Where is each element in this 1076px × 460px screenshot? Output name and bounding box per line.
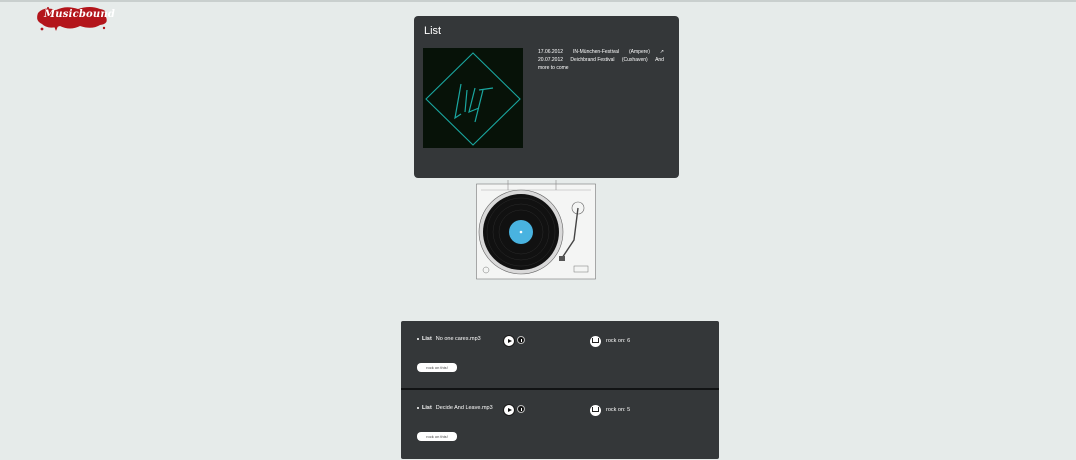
bullet-icon: [417, 338, 419, 340]
play-button[interactable]: [503, 335, 515, 347]
event-name[interactable]: IN-München-Festival: [573, 48, 619, 56]
band-cover-image[interactable]: [423, 48, 523, 148]
event-more-text: more to come: [538, 65, 569, 71]
info-icon[interactable]: [517, 336, 525, 344]
song-artist[interactable]: List: [422, 405, 432, 411]
site-logo[interactable]: Musicbound: [34, 4, 115, 32]
rock-on-icon: [590, 405, 601, 416]
song-title: No one cares.mp3: [435, 336, 481, 342]
top-border: [0, 0, 1076, 2]
rock-on-button[interactable]: rock on this!: [417, 432, 457, 441]
rock-on-count: rock on: 6: [606, 338, 631, 344]
event-date: 20.07.2012: [538, 57, 564, 63]
bullet-icon: [417, 407, 419, 409]
event-list: 17.06.2012 IN-München-Festival (Ampere) …: [538, 48, 664, 72]
band-card: List 17.06.2012 IN-München-Festival (Amp…: [414, 16, 679, 178]
info-icon[interactable]: [517, 405, 525, 413]
event-row: 20.07.2012 Deichbrand Festival (Cuxhaven…: [538, 56, 664, 64]
event-note: (Ampere): [629, 49, 650, 55]
logo-text: Musicbound: [44, 9, 116, 20]
band-title: List: [424, 25, 442, 37]
rock-on-count: rock on: 5: [606, 407, 631, 413]
rock-on-icon: [590, 336, 601, 347]
song-row: List Decide And Leave.mp3 rock on: 5 roc…: [401, 390, 719, 457]
event-row: 17.06.2012 IN-München-Festival (Ampere) …: [538, 48, 664, 56]
song-title-line: List No one cares.mp3: [417, 336, 481, 342]
song-artist[interactable]: List: [422, 336, 432, 342]
play-button[interactable]: [503, 404, 515, 416]
song-row: List No one cares.mp3 rock on: 6 rock on…: [401, 321, 719, 388]
event-note: (Cuxhaven): [621, 57, 648, 63]
event-more-inline: And: [655, 57, 664, 63]
song-title-line: List Decide And Leave.mp3: [417, 405, 493, 411]
list-band-logo-icon: [423, 48, 523, 148]
song-list-panel: List No one cares.mp3 rock on: 6 rock on…: [401, 321, 719, 459]
event-date: 17.06.2012: [538, 49, 564, 55]
song-title: Decide And Leave.mp3: [435, 405, 493, 411]
event-name[interactable]: Deichbrand Festival: [570, 56, 614, 64]
record-player-icon: [476, 180, 596, 280]
event-arrow: ↗: [659, 49, 664, 55]
turntable-image: [476, 180, 596, 280]
rock-on-button[interactable]: rock on this!: [417, 363, 457, 372]
